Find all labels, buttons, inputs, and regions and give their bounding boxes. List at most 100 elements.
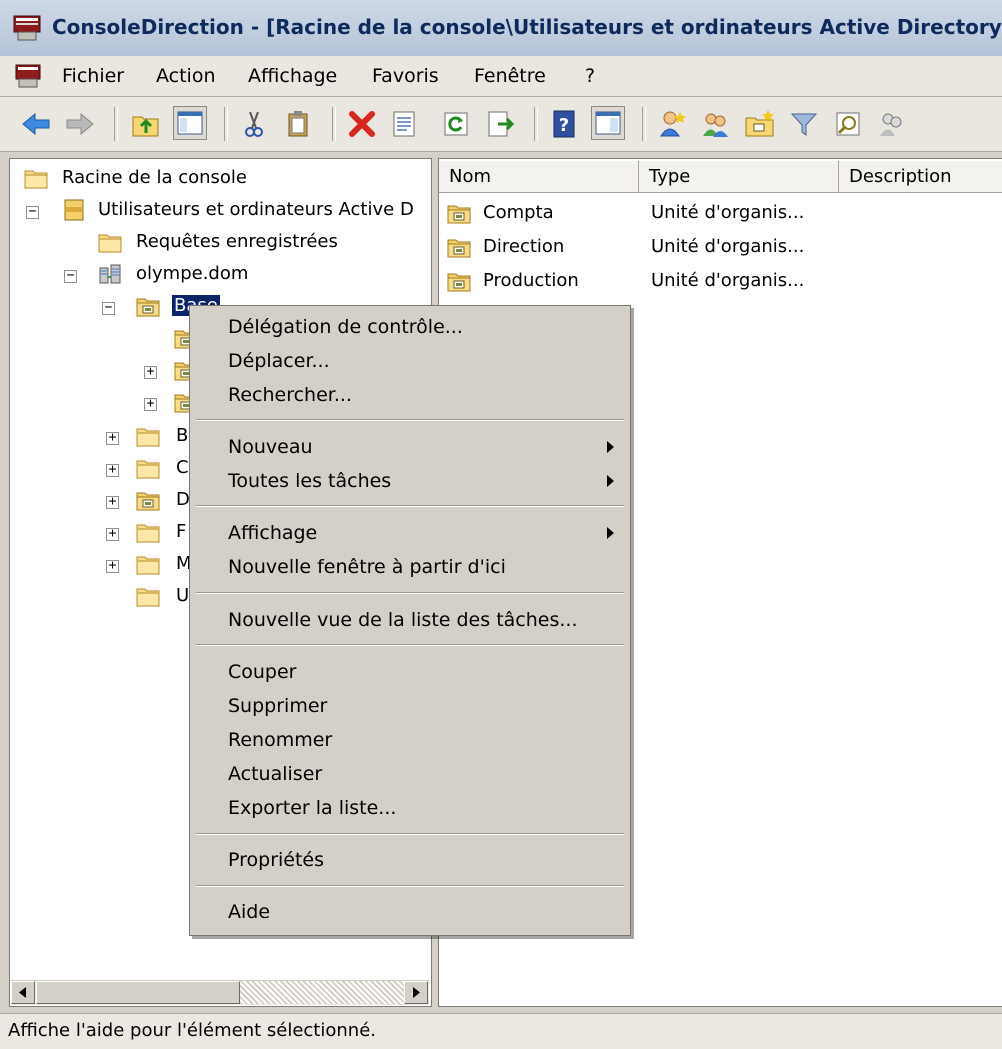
menu-item-move[interactable]: Déplacer...	[190, 344, 630, 378]
new-ou-icon[interactable]	[744, 108, 776, 140]
organizational-unit-icon	[136, 492, 160, 511]
list-item[interactable]: Direction Unité d'organis...	[439, 231, 1002, 265]
menu-item-label: Délégation de contrôle...	[228, 316, 463, 338]
add-to-group-icon[interactable]	[876, 108, 908, 140]
list-item[interactable]: Compta Unité d'organis...	[439, 197, 1002, 231]
refresh-icon[interactable]	[440, 108, 472, 140]
menu-item-new-taskpad[interactable]: Nouvelle vue de la liste des tâches...	[190, 603, 630, 637]
toolbar-separator	[332, 107, 336, 141]
expand-icon[interactable]: +	[106, 431, 119, 445]
submenu-arrow-icon	[607, 527, 614, 539]
menu-item-label: Nouvelle fenêtre à partir d'ici	[228, 556, 506, 578]
column-header-type[interactable]: Type	[639, 161, 839, 193]
menu-item-label: Renommer	[228, 729, 333, 751]
menu-item-label: Rechercher...	[228, 384, 352, 406]
collapse-icon[interactable]: −	[64, 269, 77, 283]
menu-item-label: Supprimer	[228, 695, 328, 717]
menu-item-refresh[interactable]: Actualiser	[190, 757, 630, 791]
menu-bar: Fichier Action Affichage Favoris Fenêtre…	[0, 56, 1002, 97]
menu-item-label: Exporter la liste...	[228, 797, 397, 819]
arrow-left-icon	[19, 987, 26, 998]
find-icon[interactable]	[832, 108, 864, 140]
menu-help[interactable]: ?	[585, 65, 595, 87]
show-hide-tree-icon[interactable]	[173, 106, 207, 140]
menu-item-cut[interactable]: Couper	[190, 655, 630, 689]
expand-icon[interactable]: +	[144, 365, 157, 379]
forward-arrow-icon[interactable]	[64, 108, 96, 140]
organizational-unit-icon	[447, 239, 471, 258]
menu-separator	[196, 644, 624, 646]
svg-text:?: ?	[559, 115, 569, 136]
properties-icon[interactable]	[388, 108, 420, 140]
menu-item-label: Nouvelle vue de la liste des tâches...	[228, 609, 578, 631]
organizational-unit-icon	[447, 273, 471, 292]
folder-icon	[136, 460, 160, 479]
collapse-icon[interactable]: −	[26, 205, 39, 219]
menu-separator	[196, 592, 624, 594]
expand-icon[interactable]: +	[106, 527, 119, 541]
list-item[interactable]: Production Unité d'organis...	[439, 265, 1002, 299]
expand-icon[interactable]: +	[106, 495, 119, 509]
menu-item-delegation[interactable]: Délégation de contrôle...	[190, 310, 630, 344]
menu-item-label: Actualiser	[228, 763, 323, 785]
menu-item-find[interactable]: Rechercher...	[190, 378, 630, 412]
up-folder-icon[interactable]	[130, 108, 162, 140]
menu-item-new-window[interactable]: Nouvelle fenêtre à partir d'ici	[190, 550, 630, 584]
menu-fichier[interactable]: Fichier	[62, 65, 124, 87]
folder-icon	[136, 524, 160, 543]
menu-item-label: Couper	[228, 661, 297, 683]
column-header-name[interactable]: Nom	[439, 161, 639, 193]
menu-item-help[interactable]: Aide	[190, 895, 630, 929]
cut-icon[interactable]	[238, 108, 270, 140]
menu-affichage[interactable]: Affichage	[248, 65, 337, 87]
scroll-left-button[interactable]	[11, 981, 35, 1004]
menu-favoris[interactable]: Favoris	[372, 65, 439, 87]
toolbar-separator	[224, 107, 228, 141]
list-item-type: Unité d'organis...	[651, 236, 805, 257]
menu-item-label: Affichage	[228, 522, 318, 544]
menu-item-delete[interactable]: Supprimer	[190, 689, 630, 723]
expand-icon[interactable]: +	[144, 397, 157, 411]
menu-item-export[interactable]: Exporter la liste...	[190, 791, 630, 825]
horizontal-scrollbar[interactable]	[11, 980, 429, 1005]
expand-icon[interactable]: +	[106, 463, 119, 477]
action-pane-icon[interactable]	[591, 106, 625, 140]
menu-item-properties[interactable]: Propriétés	[190, 843, 630, 877]
collapse-icon[interactable]: −	[102, 301, 115, 315]
menu-item-all-tasks[interactable]: Toutes les tâches	[190, 464, 630, 498]
menu-item-view[interactable]: Affichage	[190, 516, 630, 550]
list-item-type: Unité d'organis...	[651, 202, 805, 223]
folder-icon	[24, 170, 48, 189]
expand-icon[interactable]: +	[106, 559, 119, 573]
new-user-icon[interactable]	[656, 108, 688, 140]
column-header-description[interactable]: Description	[839, 161, 1002, 193]
scrollbar-thumb[interactable]	[36, 981, 240, 1004]
menu-separator	[196, 505, 624, 507]
scrollbar-track[interactable]	[240, 981, 404, 1004]
new-group-icon[interactable]	[700, 108, 732, 140]
menu-item-label: Nouveau	[228, 436, 313, 458]
delete-icon[interactable]	[346, 108, 378, 140]
menu-item-new[interactable]: Nouveau	[190, 430, 630, 464]
mmc-system-menu-icon[interactable]	[14, 62, 42, 90]
menu-fenetre[interactable]: Fenêtre	[474, 65, 546, 87]
menu-item-label: Toutes les tâches	[228, 470, 392, 492]
folder-icon	[136, 428, 160, 447]
paste-icon[interactable]	[282, 108, 314, 140]
menu-item-label: Propriétés	[228, 849, 325, 871]
menu-action[interactable]: Action	[156, 65, 216, 87]
help-icon[interactable]: ?	[548, 108, 580, 140]
filter-icon[interactable]	[788, 108, 820, 140]
back-arrow-icon[interactable]	[20, 108, 52, 140]
list-item-type: Unité d'organis...	[651, 270, 805, 291]
list-item-name: Compta	[483, 202, 554, 223]
tree-label-ou: U	[176, 585, 190, 606]
scroll-right-button[interactable]	[404, 981, 428, 1004]
menu-item-rename[interactable]: Renommer	[190, 723, 630, 757]
export-list-icon[interactable]	[484, 108, 516, 140]
tree-label-ou: F	[176, 521, 187, 542]
arrow-right-icon	[413, 987, 420, 998]
title-bar[interactable]: ConsoleDirection - [Racine de la console…	[0, 0, 1002, 57]
menu-item-label: Déplacer...	[228, 350, 330, 372]
status-text: Affiche l'aide pour l'élément sélectionn…	[8, 1020, 376, 1041]
